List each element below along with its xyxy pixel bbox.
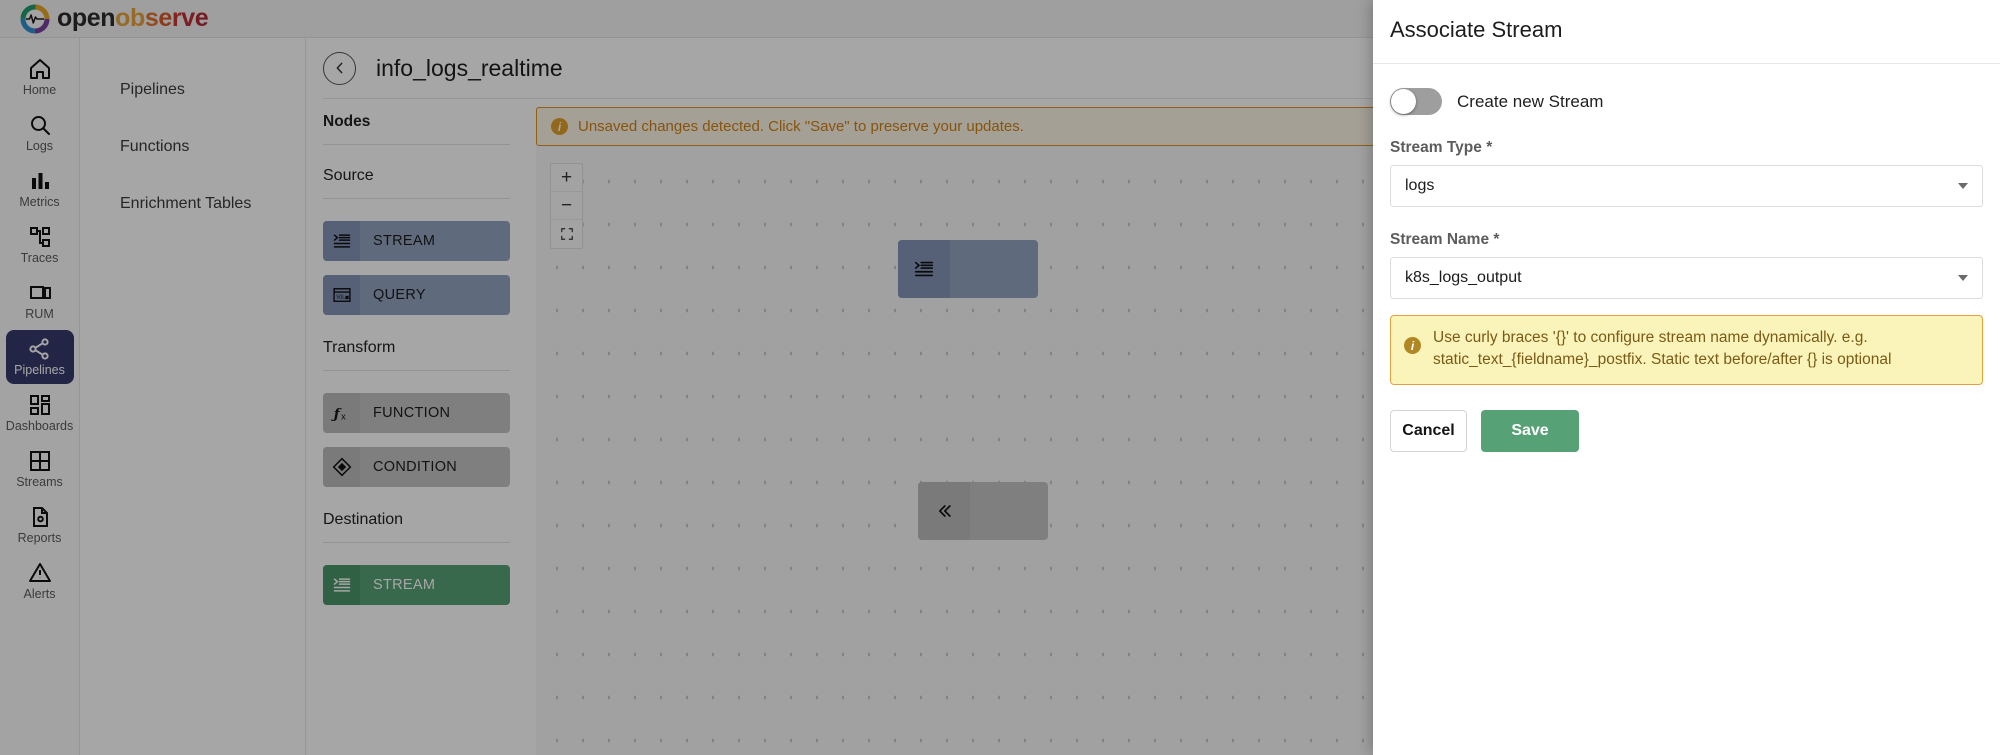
associate-stream-dialog: Associate Stream Create new Stream Strea… <box>1373 0 2000 755</box>
create-new-stream-row: Create new Stream <box>1390 88 1983 115</box>
stream-name-hint-text: Use curly braces '{}' to configure strea… <box>1433 327 1969 372</box>
app-root: openobserve Home Logs <box>0 0 2000 755</box>
stream-type-label: Stream Type * <box>1390 139 1983 157</box>
stream-name-label: Stream Name * <box>1390 231 1983 249</box>
dialog-title: Associate Stream <box>1373 0 2000 43</box>
stream-type-select[interactable]: logs <box>1390 165 1983 207</box>
chevron-down-icon <box>1958 275 1968 281</box>
create-new-stream-label: Create new Stream <box>1457 92 1603 112</box>
save-button[interactable]: Save <box>1481 410 1579 452</box>
stream-name-value: k8s_logs_output <box>1405 269 1958 287</box>
info-circle-icon: i <box>1404 337 1421 354</box>
chevron-down-icon <box>1958 183 1968 189</box>
create-new-stream-toggle[interactable] <box>1390 88 1442 115</box>
stream-name-select[interactable]: k8s_logs_output <box>1390 257 1983 299</box>
cancel-button[interactable]: Cancel <box>1390 410 1467 452</box>
stream-name-hint-box: i Use curly braces '{}' to configure str… <box>1390 315 1983 385</box>
dialog-body: Create new Stream Stream Type * logs Str… <box>1373 64 2000 452</box>
dialog-actions: Cancel Save <box>1390 410 1983 452</box>
stream-type-value: logs <box>1405 177 1958 195</box>
toggle-knob <box>1391 89 1416 114</box>
